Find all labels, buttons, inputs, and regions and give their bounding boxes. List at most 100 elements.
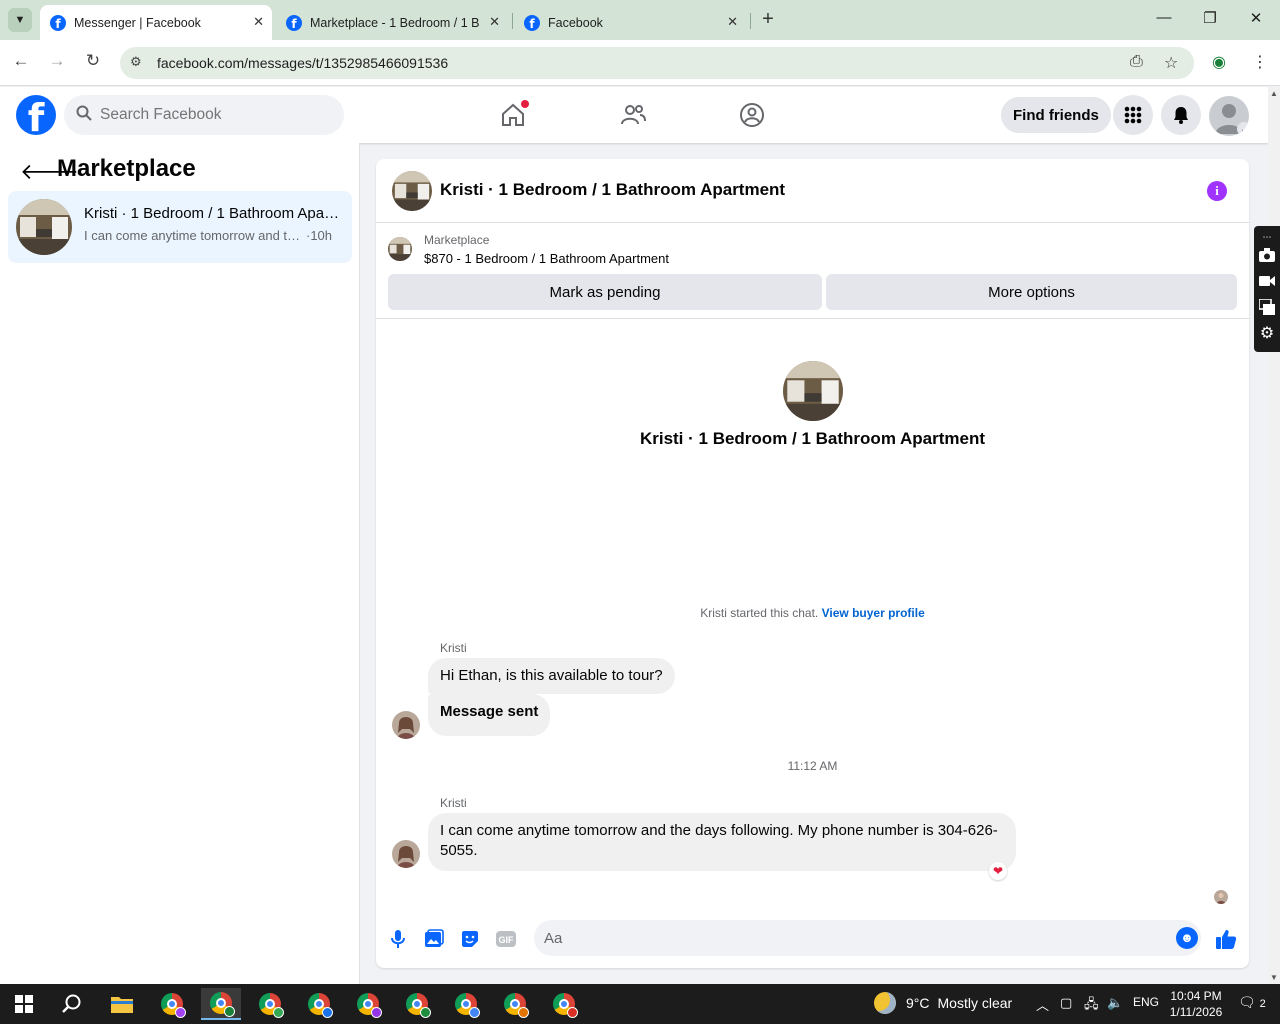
tab-marketplace[interactable]: f Marketplace - 1 Bedroom / 1 Ba ✕ [276, 5, 508, 40]
page-scrollbar[interactable]: ▲ ▼ [1268, 87, 1280, 984]
weather-widget[interactable]: 9°C Mostly clear [874, 992, 1012, 1014]
scroll-down-icon[interactable]: ▼ [1270, 973, 1278, 982]
listing-thumbnail[interactable] [392, 171, 432, 211]
mark-as-pending-button[interactable]: Mark as pending [388, 274, 822, 310]
find-friends-button[interactable]: Find friends [1001, 97, 1111, 133]
info-icon[interactable]: i [1207, 181, 1227, 201]
close-icon[interactable]: ✕ [253, 14, 264, 30]
minimize-button[interactable]: — [1154, 9, 1174, 26]
chrome-profile-e[interactable] [348, 988, 388, 1020]
settings-gear-icon[interactable]: ⚙ [1258, 324, 1276, 342]
emoji-icon[interactable]: ☻ [1176, 927, 1198, 949]
bookmark-star-icon[interactable]: ☆ [1164, 53, 1178, 73]
clock-time: 10:04 PM [1170, 989, 1222, 1003]
notification-center-button[interactable]: 🗨 2 [1238, 994, 1266, 1011]
site-settings-icon[interactable]: ⚙ [130, 54, 142, 70]
chrome-profile-f[interactable] [397, 988, 437, 1020]
meet-now-icon[interactable]: ▢ [1060, 995, 1072, 1011]
chrome-profile-b[interactable] [201, 988, 241, 1020]
scroll-up-icon[interactable]: ▲ [1270, 89, 1278, 98]
tab-messenger[interactable]: f Messenger | Facebook ✕ [40, 5, 272, 40]
chrome-profile-a[interactable] [152, 988, 192, 1020]
tab-search-dropdown[interactable]: ▼ [8, 8, 32, 32]
search-input[interactable] [100, 95, 330, 135]
chat-title[interactable]: Kristi · 1 Bedroom / 1 Bathroom Apartmen… [440, 180, 785, 200]
listing-thumbnail[interactable] [388, 237, 412, 261]
heart-reaction-icon[interactable]: ❤ [989, 862, 1007, 880]
sender-avatar[interactable] [392, 711, 420, 739]
back-button[interactable]: ← [10, 51, 32, 71]
chrome-profile-d[interactable] [299, 988, 339, 1020]
chrome-icon [308, 993, 333, 1018]
conversation-item[interactable]: Kristi · 1 Bedroom / 1 Bathroom Apartmen… [8, 191, 352, 263]
message-composer[interactable]: ☻ [534, 920, 1201, 956]
windows-icon[interactable] [1258, 298, 1276, 316]
facebook-logo[interactable]: f [16, 95, 56, 135]
file-explorer-button[interactable] [102, 988, 142, 1020]
listing-price-title[interactable]: $870 - 1 Bedroom / 1 Bathroom Apartment [424, 251, 669, 266]
widget-menu-icon[interactable]: ⋯ [1258, 228, 1276, 246]
reload-button[interactable]: ↻ [82, 51, 104, 71]
forward-button[interactable]: → [46, 51, 68, 71]
thumbs-up-icon[interactable] [1214, 927, 1238, 951]
start-button[interactable] [4, 988, 44, 1020]
new-tab-button[interactable]: + [758, 8, 778, 31]
facebook-header: f Find friends ⌄ [0, 87, 1268, 143]
sender-avatar[interactable] [392, 840, 420, 868]
seen-avatar [1214, 890, 1228, 904]
more-options-button[interactable]: More options [826, 274, 1237, 310]
clock[interactable]: 10:04 PM 1/11/2026 [1164, 988, 1228, 1020]
volume-icon[interactable]: 🔈 [1107, 995, 1123, 1011]
close-icon[interactable]: ✕ [727, 14, 738, 30]
groups-icon[interactable] [738, 101, 766, 129]
message-bubble[interactable]: Hi Ethan, is this available to tour? [428, 658, 675, 694]
browser-menu-icon[interactable]: ⋮ [1252, 52, 1268, 72]
video-camera-icon[interactable] [1258, 272, 1276, 290]
language-indicator[interactable]: ENG [1133, 995, 1159, 1009]
gif-icon[interactable]: GIF [494, 927, 518, 951]
microphone-icon[interactable] [386, 927, 410, 951]
show-hidden-icons-chevron-icon[interactable]: ︿ [1036, 995, 1049, 1014]
close-icon[interactable]: ✕ [489, 14, 500, 30]
intro-listing-thumbnail [783, 361, 843, 421]
message-bubble[interactable]: I can come anytime tomorrow and the days… [428, 813, 1016, 871]
chat-header: Kristi · 1 Bedroom / 1 Bathroom Apartmen… [376, 159, 1249, 223]
address-bar[interactable]: ⚙ facebook.com/messages/t/13529854660915… [120, 47, 1194, 79]
message-sender: Kristi [440, 641, 467, 655]
restore-button[interactable]: ❐ [1200, 9, 1220, 27]
message-bubble[interactable]: Message sent [428, 694, 551, 736]
network-icon[interactable]: 🖧 [1084, 995, 1099, 1017]
chrome-icon [259, 993, 284, 1018]
tab-separator [750, 13, 751, 29]
tab-facebook[interactable]: f Facebook ✕ [514, 5, 746, 40]
chat-window: Kristi · 1 Bedroom / 1 Bathroom Apartmen… [376, 159, 1249, 968]
tab-title: Messenger | Facebook [74, 15, 201, 30]
menu-button[interactable] [1113, 95, 1153, 135]
view-buyer-profile-link[interactable]: View buyer profile [822, 606, 925, 620]
tab-separator [512, 13, 513, 29]
chrome-profile-h[interactable] [495, 988, 535, 1020]
chrome-icon [210, 992, 235, 1017]
url-text[interactable]: facebook.com/messages/t/1352985466091536 [157, 55, 448, 71]
chrome-icon [161, 993, 186, 1018]
search-button[interactable] [52, 988, 92, 1020]
notifications-button[interactable] [1161, 95, 1201, 135]
profile-icon[interactable]: ◉ [1212, 52, 1226, 72]
search-box[interactable] [64, 95, 344, 135]
chrome-icon [553, 993, 578, 1018]
camera-icon[interactable] [1258, 246, 1276, 264]
folder-icon [111, 997, 133, 1013]
photo-icon[interactable] [422, 927, 446, 951]
marketplace-listing-bar: Marketplace $870 - 1 Bedroom / 1 Bathroo… [376, 223, 1249, 319]
sticker-icon[interactable] [458, 927, 482, 951]
home-notification-dot [521, 100, 529, 108]
notification-count: 2 [1259, 998, 1266, 1010]
chrome-profile-g[interactable] [446, 988, 486, 1020]
friends-icon[interactable] [619, 101, 647, 129]
install-app-icon[interactable]: ⎙ [1130, 53, 1143, 71]
message-input[interactable] [544, 920, 1164, 956]
account-avatar-button[interactable]: ⌄ [1209, 96, 1249, 136]
chrome-profile-i[interactable] [544, 988, 584, 1020]
chrome-profile-c[interactable] [250, 988, 290, 1020]
window-close-button[interactable]: ✕ [1246, 9, 1266, 27]
